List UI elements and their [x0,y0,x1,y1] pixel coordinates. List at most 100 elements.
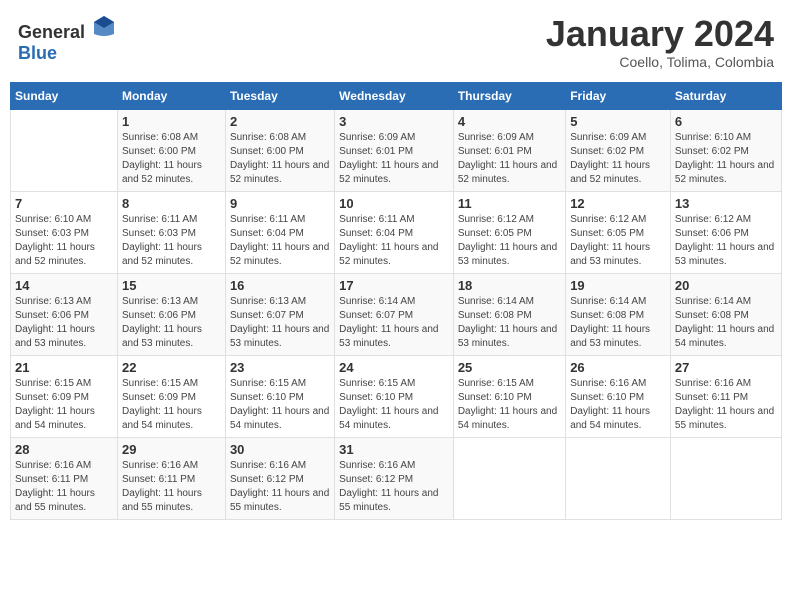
logo-icon [92,14,116,38]
day-number: 9 [230,196,330,211]
day-info: Sunrise: 6:09 AMSunset: 6:01 PMDaylight:… [339,131,449,187]
day-number: 3 [339,114,449,129]
logo: General Blue [18,14,116,64]
column-header-thursday: Thursday [453,82,565,109]
month-title: January 2024 [546,14,774,54]
calendar-cell: 11 Sunrise: 6:12 AMSunset: 6:05 PMDayligh… [453,191,565,273]
calendar-cell: 1 Sunrise: 6:08 AMSunset: 6:00 PMDaylight… [117,109,225,191]
day-number: 29 [122,442,221,457]
day-info: Sunrise: 6:13 AMSunset: 6:06 PMDaylight:… [122,295,221,351]
day-number: 26 [570,360,666,375]
day-number: 1 [122,114,221,129]
day-info: Sunrise: 6:14 AMSunset: 6:08 PMDaylight:… [570,295,666,351]
day-info: Sunrise: 6:14 AMSunset: 6:08 PMDaylight:… [675,295,777,351]
calendar-cell: 18 Sunrise: 6:14 AMSunset: 6:08 PMDayligh… [453,273,565,355]
calendar-week-row: 1 Sunrise: 6:08 AMSunset: 6:00 PMDaylight… [11,109,782,191]
day-info: Sunrise: 6:12 AMSunset: 6:05 PMDaylight:… [458,213,561,269]
day-info: Sunrise: 6:16 AMSunset: 6:12 PMDaylight:… [339,459,449,515]
calendar-week-row: 21 Sunrise: 6:15 AMSunset: 6:09 PMDayligh… [11,355,782,437]
day-number: 14 [15,278,113,293]
day-number: 23 [230,360,330,375]
day-number: 16 [230,278,330,293]
day-info: Sunrise: 6:16 AMSunset: 6:10 PMDaylight:… [570,377,666,433]
day-number: 6 [675,114,777,129]
day-number: 30 [230,442,330,457]
calendar-cell: 9 Sunrise: 6:11 AMSunset: 6:04 PMDaylight… [225,191,334,273]
day-number: 22 [122,360,221,375]
day-number: 13 [675,196,777,211]
title-section: January 2024 Coello, Tolima, Colombia [546,14,774,70]
calendar-cell: 22 Sunrise: 6:15 AMSunset: 6:09 PMDayligh… [117,355,225,437]
calendar-cell: 23 Sunrise: 6:15 AMSunset: 6:10 PMDayligh… [225,355,334,437]
day-info: Sunrise: 6:11 AMSunset: 6:03 PMDaylight:… [122,213,221,269]
calendar-week-row: 14 Sunrise: 6:13 AMSunset: 6:06 PMDayligh… [11,273,782,355]
column-header-wednesday: Wednesday [335,82,454,109]
day-number: 4 [458,114,561,129]
column-header-friday: Friday [566,82,671,109]
calendar-cell: 28Sunrise: 6:16 AMSunset: 6:11 PMDayligh… [11,437,118,519]
calendar-cell [453,437,565,519]
day-info: Sunrise: 6:08 AMSunset: 6:00 PMDaylight:… [122,131,221,187]
day-number: 15 [122,278,221,293]
calendar-cell: 8Sunrise: 6:11 AMSunset: 6:03 PMDaylight… [117,191,225,273]
day-info: Sunrise: 6:10 AMSunset: 6:02 PMDaylight:… [675,131,777,187]
day-info: Sunrise: 6:08 AMSunset: 6:00 PMDaylight:… [230,131,330,187]
day-number: 31 [339,442,449,457]
calendar-cell: 14Sunrise: 6:13 AMSunset: 6:06 PMDayligh… [11,273,118,355]
day-info: Sunrise: 6:14 AMSunset: 6:07 PMDaylight:… [339,295,449,351]
calendar-cell: 6 Sunrise: 6:10 AMSunset: 6:02 PMDaylight… [670,109,781,191]
calendar-cell [11,109,118,191]
logo-blue: Blue [18,43,57,63]
day-info: Sunrise: 6:11 AMSunset: 6:04 PMDaylight:… [339,213,449,269]
calendar-week-row: 7 Sunrise: 6:10 AMSunset: 6:03 PMDaylight… [11,191,782,273]
day-number: 20 [675,278,777,293]
calendar-cell: 29 Sunrise: 6:16 AMSunset: 6:11 PMDayligh… [117,437,225,519]
day-number: 27 [675,360,777,375]
calendar-cell: 15 Sunrise: 6:13 AMSunset: 6:06 PMDayligh… [117,273,225,355]
calendar-table: SundayMondayTuesdayWednesdayThursdayFrid… [10,82,782,520]
calendar-cell: 21 Sunrise: 6:15 AMSunset: 6:09 PMDayligh… [11,355,118,437]
day-number: 24 [339,360,449,375]
day-info: Sunrise: 6:11 AMSunset: 6:04 PMDaylight:… [230,213,330,269]
day-info: Sunrise: 6:16 AMSunset: 6:11 PMDaylight:… [15,459,113,515]
calendar-cell [670,437,781,519]
day-info: Sunrise: 6:13 AMSunset: 6:07 PMDaylight:… [230,295,330,351]
day-number: 21 [15,360,113,375]
day-info: Sunrise: 6:15 AMSunset: 6:09 PMDaylight:… [122,377,221,433]
column-header-tuesday: Tuesday [225,82,334,109]
day-number: 10 [339,196,449,211]
day-info: Sunrise: 6:09 AMSunset: 6:01 PMDaylight:… [458,131,561,187]
calendar-cell: 3 Sunrise: 6:09 AMSunset: 6:01 PMDaylight… [335,109,454,191]
day-number: 18 [458,278,561,293]
calendar-cell: 4 Sunrise: 6:09 AMSunset: 6:01 PMDaylight… [453,109,565,191]
calendar-cell: 27 Sunrise: 6:16 AMSunset: 6:11 PMDayligh… [670,355,781,437]
calendar-cell: 24Sunrise: 6:15 AMSunset: 6:10 PMDayligh… [335,355,454,437]
day-info: Sunrise: 6:10 AMSunset: 6:03 PMDaylight:… [15,213,113,269]
day-info: Sunrise: 6:16 AMSunset: 6:12 PMDaylight:… [230,459,330,515]
day-info: Sunrise: 6:12 AMSunset: 6:06 PMDaylight:… [675,213,777,269]
column-header-sunday: Sunday [11,82,118,109]
day-info: Sunrise: 6:14 AMSunset: 6:08 PMDaylight:… [458,295,561,351]
calendar-cell: 26 Sunrise: 6:16 AMSunset: 6:10 PMDayligh… [566,355,671,437]
calendar-header-row: SundayMondayTuesdayWednesdayThursdayFrid… [11,82,782,109]
day-info: Sunrise: 6:15 AMSunset: 6:09 PMDaylight:… [15,377,113,433]
calendar-cell [566,437,671,519]
calendar-cell: 19 Sunrise: 6:14 AMSunset: 6:08 PMDayligh… [566,273,671,355]
calendar-cell: 17Sunrise: 6:14 AMSunset: 6:07 PMDayligh… [335,273,454,355]
calendar-cell: 12 Sunrise: 6:12 AMSunset: 6:05 PMDayligh… [566,191,671,273]
column-header-saturday: Saturday [670,82,781,109]
day-info: Sunrise: 6:16 AMSunset: 6:11 PMDaylight:… [675,377,777,433]
day-info: Sunrise: 6:12 AMSunset: 6:05 PMDaylight:… [570,213,666,269]
day-number: 12 [570,196,666,211]
day-number: 19 [570,278,666,293]
day-number: 11 [458,196,561,211]
day-info: Sunrise: 6:15 AMSunset: 6:10 PMDaylight:… [458,377,561,433]
calendar-cell: 5Sunrise: 6:09 AMSunset: 6:02 PMDaylight… [566,109,671,191]
day-info: Sunrise: 6:15 AMSunset: 6:10 PMDaylight:… [230,377,330,433]
day-info: Sunrise: 6:16 AMSunset: 6:11 PMDaylight:… [122,459,221,515]
calendar-cell: 10 Sunrise: 6:11 AMSunset: 6:04 PMDayligh… [335,191,454,273]
calendar-cell: 7 Sunrise: 6:10 AMSunset: 6:03 PMDaylight… [11,191,118,273]
calendar-cell: 13 Sunrise: 6:12 AMSunset: 6:06 PMDayligh… [670,191,781,273]
day-number: 7 [15,196,113,211]
calendar-cell: 25Sunrise: 6:15 AMSunset: 6:10 PMDayligh… [453,355,565,437]
